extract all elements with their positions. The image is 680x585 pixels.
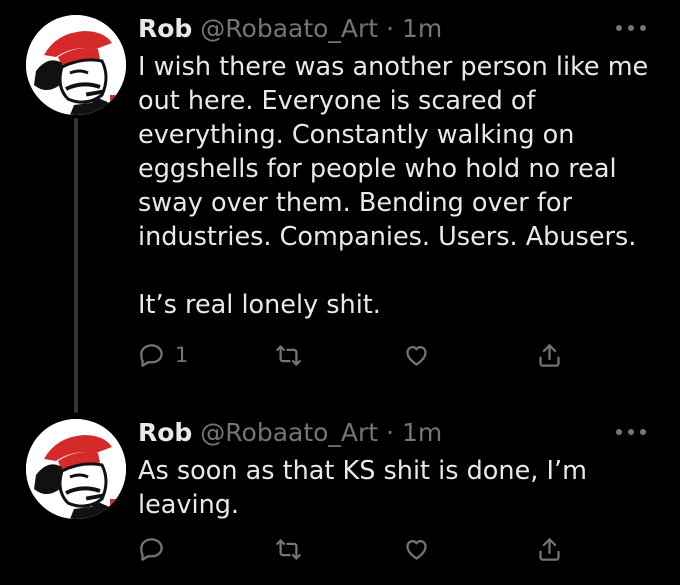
retweet-icon [276, 538, 301, 560]
share-button[interactable] [536, 340, 563, 370]
handle[interactable]: @Robaato_Art [200, 14, 378, 43]
reply-button[interactable]: 1 [138, 340, 188, 370]
retweet-button[interactable] [275, 340, 312, 370]
retweet-icon [276, 344, 301, 366]
handle[interactable]: @Robaato_Art [200, 418, 378, 447]
reply-count: 1 [175, 343, 189, 367]
tweet-text: As soon as that KS shit is done, I’m lea… [138, 456, 596, 520]
like-icon [406, 345, 427, 366]
like-button[interactable] [403, 340, 440, 370]
timestamp[interactable]: 1m [402, 418, 442, 447]
tweet-text: I wish there was another person like me … [138, 52, 649, 320]
action-bar: 1 [138, 340, 598, 370]
tweet-header: Rob @Robaato_Art · 1m [138, 418, 442, 448]
reply-icon [140, 343, 163, 367]
retweet-button[interactable] [275, 534, 312, 564]
display-name[interactable]: Rob [138, 418, 192, 447]
like-button[interactable] [403, 534, 440, 564]
more-icon[interactable] [616, 22, 646, 34]
timestamp[interactable]: 1m [402, 14, 442, 43]
reply-button[interactable] [138, 534, 175, 564]
share-button[interactable] [536, 534, 563, 564]
like-icon [406, 539, 427, 560]
avatar[interactable] [26, 15, 126, 115]
separator-dot: · [386, 14, 395, 43]
tweet[interactable]: Rob @Robaato_Art · 1m As soon as that KS… [0, 414, 680, 584]
tweet-header: Rob @Robaato_Art · 1m [138, 14, 442, 44]
display-name[interactable]: Rob [138, 14, 192, 43]
action-bar [138, 534, 598, 564]
tweet[interactable]: Rob @Robaato_Art · 1m I wish there was a… [0, 10, 680, 380]
avatar[interactable] [26, 419, 126, 519]
more-icon[interactable] [616, 426, 646, 438]
reply-icon [140, 537, 163, 561]
separator-dot: · [386, 418, 395, 447]
share-icon [539, 343, 560, 367]
share-icon [539, 537, 560, 561]
